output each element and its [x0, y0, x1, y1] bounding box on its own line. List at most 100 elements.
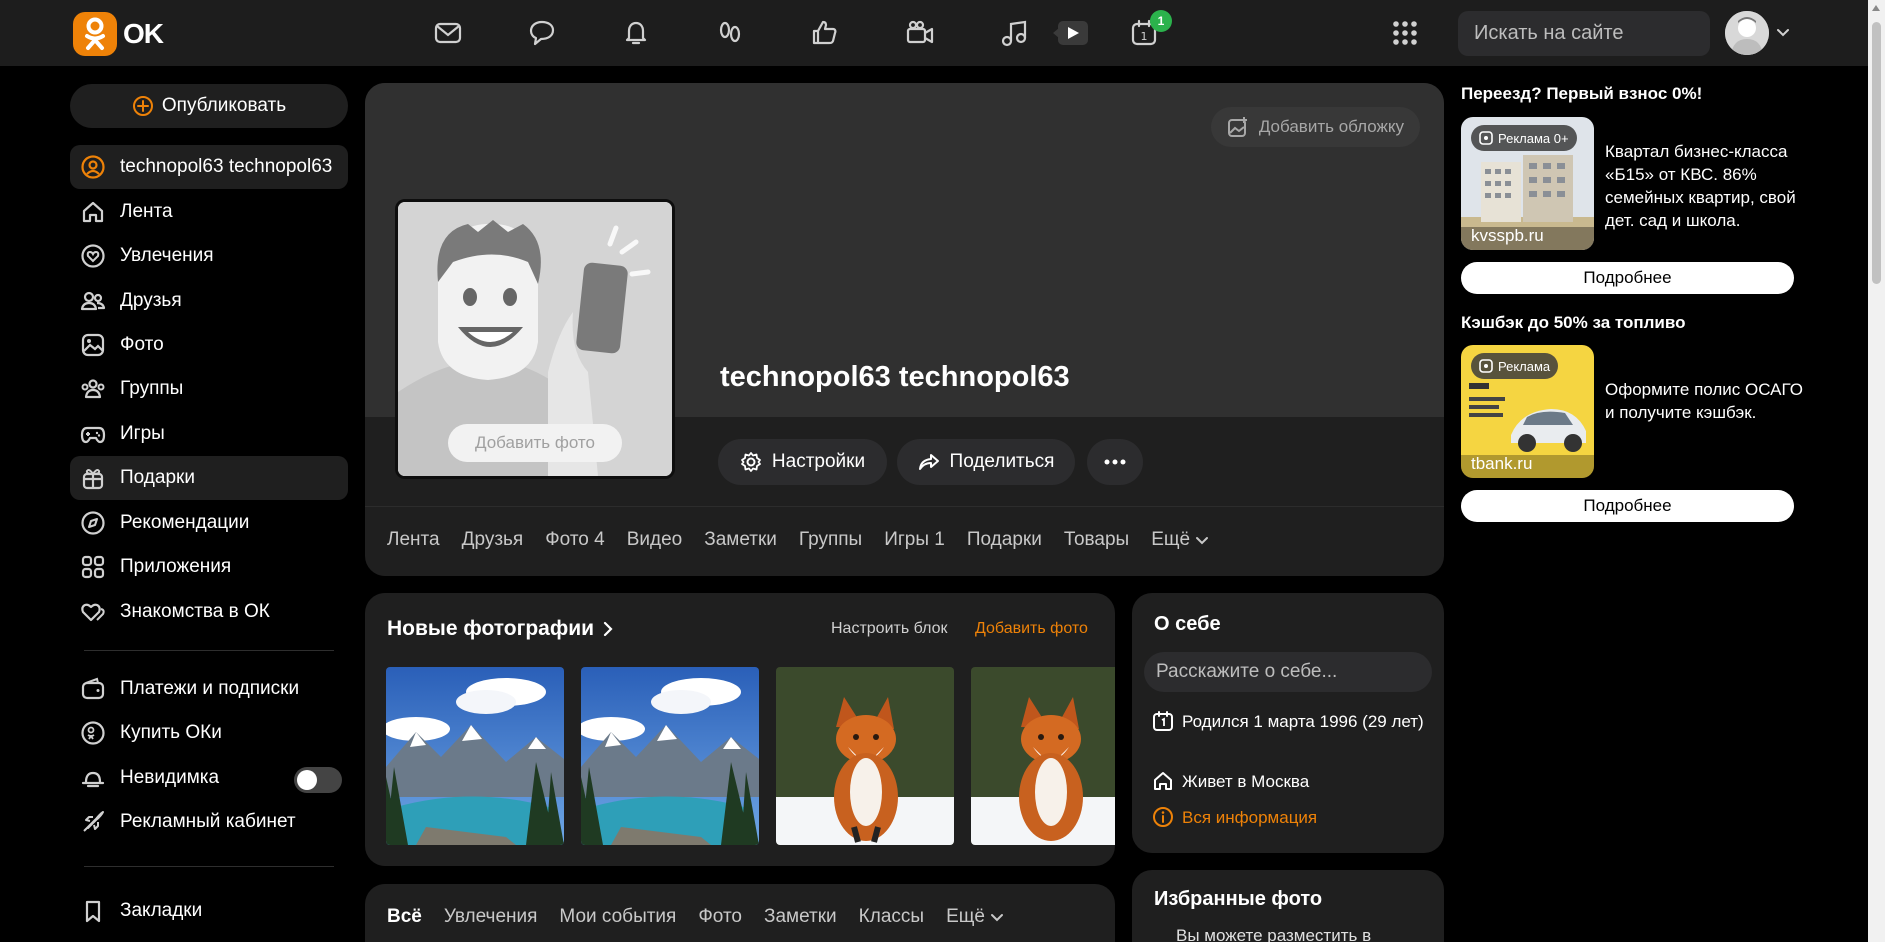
tab-gifts[interactable]: Подарки	[967, 529, 1042, 551]
sidebar-item-apps[interactable]: Приложения	[70, 545, 348, 589]
sidebar-item-photo[interactable]: Фото	[70, 323, 348, 367]
filter-hobbies[interactable]: Увлечения	[444, 906, 538, 928]
birth-info: Родился 1 марта 1996 (29 лет)	[1152, 709, 1432, 734]
likes-thumbs-up-icon[interactable]	[806, 15, 842, 51]
tab-friends[interactable]: Друзья	[462, 529, 524, 551]
share-label: Поделиться	[949, 451, 1055, 472]
photo-thumbnail-lake[interactable]	[581, 667, 759, 845]
tab-groups[interactable]: Группы	[799, 529, 862, 551]
invisible-mode-toggle[interactable]	[294, 767, 342, 793]
profile-card: Добавить обложку Добавить фото technopol…	[365, 83, 1444, 576]
ad-domain: tbank.ru	[1471, 454, 1533, 473]
chevron-down-icon	[989, 909, 1005, 925]
site-search	[1458, 11, 1760, 56]
sidebar-item-invisible[interactable]: Невидимка	[70, 756, 348, 800]
publish-button[interactable]: Опубликовать	[70, 84, 348, 128]
scrollbar-thumb[interactable]	[1872, 22, 1881, 284]
svg-text:1: 1	[1141, 30, 1148, 43]
sidebar-item-hobbies[interactable]: Увлечения	[70, 234, 348, 278]
about-input[interactable]	[1144, 652, 1432, 692]
filter-all[interactable]: Всё	[387, 906, 422, 928]
guests-footprints-icon[interactable]	[712, 15, 748, 51]
more-options-button[interactable]	[1087, 439, 1143, 485]
sidebar-item-friends[interactable]: Друзья	[70, 279, 348, 323]
filter-notes[interactable]: Заметки	[764, 906, 837, 928]
new-photos-title-link[interactable]: Новые фотографии	[387, 617, 614, 641]
filter-photo[interactable]: Фото	[698, 906, 742, 928]
video-camera-icon[interactable]	[902, 15, 938, 51]
tab-notes[interactable]: Заметки	[704, 529, 777, 551]
plus-circle-icon	[132, 95, 154, 117]
filter-my-events[interactable]: Мои события	[559, 906, 676, 928]
filter-more[interactable]: Ещё	[946, 906, 1005, 928]
profile-photo[interactable]: Добавить фото	[395, 199, 675, 479]
profile-divider	[365, 506, 1444, 507]
ad-more-button[interactable]: Подробнее	[1461, 490, 1794, 522]
photo-thumbnail-fox[interactable]	[776, 667, 954, 845]
logo-text: OK	[123, 18, 164, 49]
sidebar-item-profile[interactable]: technopol63 technopol63	[70, 145, 348, 189]
sidebar-item-payments[interactable]: Платежи и подписки	[70, 667, 348, 711]
sidebar-item-buy-oki[interactable]: Купить ОКи	[70, 711, 348, 755]
tab-photo[interactable]: Фото 4	[545, 529, 605, 551]
sidebar-item-games[interactable]: Игры	[70, 412, 348, 456]
groups-icon	[80, 376, 106, 402]
tab-games[interactable]: Игры 1	[884, 529, 945, 551]
all-info-link[interactable]: Вся информация	[1152, 805, 1432, 830]
tab-more[interactable]: Ещё	[1151, 529, 1210, 551]
video-play-icon[interactable]	[1052, 15, 1090, 51]
tab-goods[interactable]: Товары	[1064, 529, 1129, 551]
search-input[interactable]	[1474, 22, 1739, 45]
ad-image-kvs[interactable]: Реклама 0+ kvsspb.ru	[1461, 117, 1594, 250]
notification-count-badge: 1	[1150, 10, 1172, 32]
user-menu[interactable]	[1725, 11, 1791, 55]
add-photo-link[interactable]: Добавить фото	[975, 620, 1088, 638]
tab-feed[interactable]: Лента	[387, 529, 440, 551]
ad-image-tbank[interactable]: Реклама tbank.ru	[1461, 345, 1594, 478]
ad-more-button[interactable]: Подробнее	[1461, 262, 1794, 294]
scroll-up-arrow-icon[interactable]	[1872, 5, 1880, 11]
photo-thumbnail-lake[interactable]	[386, 667, 564, 845]
sidebar-item-ad-cabinet[interactable]: Рекламный кабинет	[70, 800, 348, 844]
events-calendar-icon[interactable]: 1 1	[1126, 10, 1172, 51]
ad-title[interactable]: Кэшбэк до 50% за топливо	[1461, 313, 1686, 333]
location-info: Живет в Москва	[1152, 769, 1432, 794]
add-photo-button[interactable]: Добавить фото	[448, 424, 622, 462]
ad-description[interactable]: Квартал бизнес-класса «Б15» от КВС. 86% …	[1605, 140, 1805, 232]
ad-marker-icon	[1479, 359, 1493, 373]
notifications-bell-icon[interactable]	[618, 15, 654, 51]
sidebar-item-label: Приложения	[120, 556, 232, 577]
settings-button[interactable]: Настройки	[718, 439, 887, 485]
configure-block-link[interactable]: Настроить блок	[831, 620, 947, 638]
ad-description[interactable]: Оформите полис ОСАГО и получите кэшбэк.	[1605, 378, 1805, 424]
filter-likes[interactable]: Классы	[859, 906, 924, 928]
calendar-icon	[1152, 709, 1174, 734]
discussions-icon[interactable]	[524, 15, 560, 51]
sidebar-item-bookmarks[interactable]: Закладки	[70, 889, 348, 933]
tab-video[interactable]: Видео	[627, 529, 683, 551]
messages-icon[interactable]	[430, 15, 466, 51]
sidebar-item-feed[interactable]: Лента	[70, 190, 348, 234]
sidebar-item-label: Закладки	[120, 900, 203, 921]
sidebar-item-dating[interactable]: Знакомства в ОК	[70, 590, 348, 634]
photo-icon	[80, 332, 106, 358]
ad-title[interactable]: Переезд? Первый взнос 0%!	[1461, 84, 1702, 104]
feed-filter-bar: Всё Увлечения Мои события Фото Заметки К…	[365, 884, 1115, 942]
hearts-icon	[80, 599, 106, 625]
sidebar-item-gifts[interactable]: Подарки	[70, 456, 348, 500]
page-scrollbar[interactable]	[1868, 0, 1885, 942]
photo-thumbnail-fox[interactable]	[971, 667, 1115, 845]
music-note-icon[interactable]	[996, 15, 1032, 51]
sidebar-item-recommendations[interactable]: Рекомендации	[70, 501, 348, 545]
rocket-icon	[80, 809, 106, 835]
invisible-icon	[80, 765, 106, 791]
publish-label: Опубликовать	[161, 95, 287, 116]
add-cover-label: Добавить обложку	[1258, 117, 1404, 136]
sidebar-item-label: Лента	[120, 201, 173, 222]
sidebar-item-groups[interactable]: Группы	[70, 367, 348, 411]
ok-logo[interactable]: OK	[73, 12, 164, 56]
share-button[interactable]: Поделиться	[897, 439, 1075, 485]
apps-grid-icon[interactable]	[1387, 15, 1423, 51]
new-photos-block: Новые фотографии Настроить блок Добавить…	[365, 593, 1115, 866]
add-cover-button[interactable]: Добавить обложку	[1210, 107, 1420, 147]
